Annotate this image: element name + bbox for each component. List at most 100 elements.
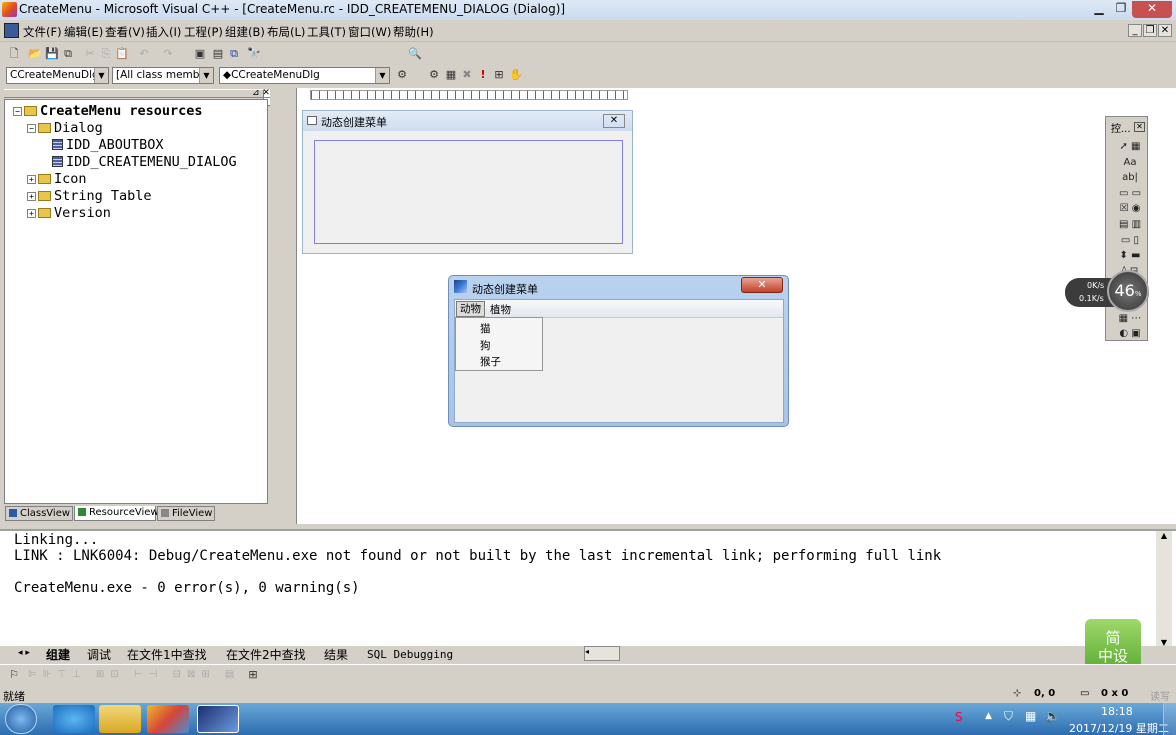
pointer-icon[interactable]: ➚ ▦ (1115, 139, 1145, 155)
groupbox-icon[interactable]: ▭ ▭ (1115, 186, 1145, 202)
find-in-files-icon[interactable]: 🔭 (246, 46, 262, 62)
start-button[interactable] (5, 704, 37, 734)
scrollbar-icon[interactable]: ▭ ▯ (1115, 233, 1145, 249)
running-dialog[interactable]: 动态创建菜单 ✕ 动物 植物 猫 狗 猴子 (448, 275, 789, 427)
tree-item-aboutbox[interactable]: IDD_ABOUTBOX (52, 137, 164, 154)
close-icon[interactable]: ✕ (603, 114, 625, 128)
breakpoint-icon[interactable]: ✋ (508, 67, 524, 83)
tab-results[interactable]: 结果 (324, 646, 348, 663)
output-hscroll[interactable]: ◂ (584, 646, 620, 661)
minimize-button[interactable]: ▁ (1088, 1, 1110, 16)
dialog-editor[interactable]: 动态创建菜单 ✕ 动态创建菜单 ✕ 动物 植物 猫 狗 猴子 控... ✕ ➚ … (283, 88, 1176, 524)
sogou-icon[interactable]: S (955, 710, 963, 724)
expand-icon[interactable]: + (27, 175, 36, 184)
mdi-restore-button[interactable]: ❐ (1143, 24, 1157, 37)
show-desktop-button[interactable] (1163, 703, 1176, 735)
redo-icon[interactable]: ↷ (160, 46, 176, 62)
output-scrollbar[interactable]: ▲ ▼ (1156, 531, 1172, 647)
maximize-button[interactable]: ❐ (1110, 1, 1132, 16)
mdi-minimize-button[interactable]: _ (1128, 24, 1142, 37)
app-taskbar-icon[interactable] (147, 705, 189, 733)
tree-item-createmenu-dialog[interactable]: IDD_CREATEMENU_DIALOG (52, 154, 237, 171)
menu-tools[interactable]: 工具(T) (307, 24, 346, 40)
filter-combo[interactable]: [All class members ▼ (112, 67, 214, 84)
save-all-icon[interactable]: ⧉ (60, 46, 76, 62)
execute-icon[interactable]: ! (475, 67, 491, 83)
windows-icon[interactable]: ⧉ (226, 46, 242, 62)
collapse-icon[interactable]: − (13, 107, 22, 116)
undo-icon[interactable]: ↶ (136, 46, 152, 62)
open-icon[interactable]: 📂 (27, 46, 43, 62)
tab-find-in-files-1[interactable]: 在文件1中查找 (127, 646, 207, 663)
menu-item-cat[interactable]: 猫 (480, 321, 491, 336)
volume-icon[interactable]: 🔈 (1045, 709, 1060, 723)
grid-icon[interactable]: ▦ ⋯ (1115, 311, 1145, 327)
app-icon[interactable] (2, 2, 17, 17)
close-button[interactable]: ✕ (1132, 1, 1172, 18)
tree-string-table-folder[interactable]: String Table (38, 188, 152, 205)
menu-plants[interactable]: 植物 (490, 302, 511, 317)
class-combo[interactable]: CCreateMenuDlg ▼ (6, 67, 109, 84)
menu-file[interactable]: 文件(F) (23, 24, 62, 40)
usage-gauge[interactable]: 46% (1107, 270, 1149, 312)
cut-icon[interactable]: ✂ (82, 46, 98, 62)
output-icon[interactable]: ▤ (210, 46, 226, 62)
clock-date[interactable]: 2017/12/19 星期二 (1069, 720, 1169, 735)
menu-view[interactable]: 查看(V) (105, 24, 145, 40)
menu-window[interactable]: 窗口(W) (348, 24, 391, 40)
browser-taskbar-icon[interactable] (53, 705, 95, 733)
spin-icon[interactable]: ⬍ ▬ (1115, 248, 1145, 264)
tree-icon-folder[interactable]: Icon (38, 171, 87, 188)
tab-build[interactable]: 组建 (46, 646, 70, 663)
menu-project[interactable]: 工程(P) (184, 24, 223, 40)
new-icon[interactable]: 🗋 (6, 46, 22, 62)
close-icon[interactable]: ✕ (1134, 122, 1145, 132)
copy-icon[interactable]: ⎘ (98, 46, 114, 62)
close-button[interactable]: ✕ (741, 277, 783, 293)
menu-item-dog[interactable]: 狗 (480, 338, 491, 353)
menu-build[interactable]: 组建(B) (225, 24, 265, 40)
tab-debug[interactable]: 调试 (87, 646, 111, 663)
mdi-close-button[interactable]: ✕ (1158, 24, 1172, 37)
test-dialog-icon[interactable]: ⚐ (6, 667, 22, 683)
tab-classview[interactable]: ClassView (5, 506, 73, 521)
find-icon[interactable]: 🔍 (407, 46, 423, 62)
toggle-guides-icon[interactable]: ⊞ (245, 667, 261, 683)
menu-insert[interactable]: 插入(I) (146, 24, 181, 40)
align-icons[interactable]: ⊫⊪⊤⊥ ⊞⊡ ⊢⊣ ⊟⊠⊞ ▤ (28, 669, 240, 680)
compile-icon[interactable]: ⚙ (426, 67, 442, 83)
go-icon[interactable]: ⊞ (491, 67, 507, 83)
combo-icon[interactable]: ▤ ▥ (1115, 217, 1145, 233)
tab-fileview[interactable]: FileView (157, 506, 215, 521)
paste-icon[interactable]: 📋 (114, 46, 130, 62)
menu-layout[interactable]: 布局(L) (267, 24, 305, 40)
stop-build-icon[interactable]: ✖ (459, 67, 475, 83)
workspace-icon[interactable]: ▣ (192, 46, 208, 62)
design-dialog[interactable]: 动态创建菜单 ✕ (302, 110, 633, 254)
custom-icon[interactable]: ◐ ▣ (1115, 326, 1145, 342)
expand-icon[interactable]: + (27, 209, 36, 218)
explorer-taskbar-icon[interactable] (99, 705, 141, 733)
clock-time[interactable]: 18:18 (1101, 705, 1133, 718)
security-icon[interactable]: ⛉ (1004, 709, 1013, 724)
menu-edit[interactable]: 编辑(E) (64, 24, 103, 40)
tree-version-folder[interactable]: Version (38, 205, 111, 222)
menu-animals[interactable]: 动物 (456, 301, 485, 317)
save-icon[interactable]: 💾 (44, 46, 60, 62)
workspace-dock-icon[interactable]: ⊿ ✕ (252, 88, 270, 98)
member-combo[interactable]: ◆CCreateMenuDlg ▼ (219, 67, 390, 84)
menu-item-monkey[interactable]: 猴子 (480, 354, 501, 369)
collapse-icon[interactable]: − (27, 124, 36, 133)
menu-help[interactable]: 帮助(H) (393, 24, 434, 40)
tab-sql-debugging[interactable]: SQL Debugging (367, 648, 453, 661)
expand-icon[interactable]: + (27, 192, 36, 201)
splitter[interactable] (270, 88, 296, 524)
tab-scroll-arrows[interactable]: ◂ ▸ (18, 648, 30, 658)
document-icon[interactable] (4, 23, 19, 38)
tree-dialog-folder[interactable]: Dialog (38, 120, 103, 137)
tray-expand-icon[interactable]: ▲ (985, 711, 992, 721)
tab-resourceview[interactable]: ResourceView (74, 506, 159, 521)
tree-root[interactable]: CreateMenu resources (24, 103, 203, 120)
tab-find-in-files-2[interactable]: 在文件2中查找 (226, 646, 306, 663)
network-icon[interactable]: ▦ (1025, 709, 1036, 723)
